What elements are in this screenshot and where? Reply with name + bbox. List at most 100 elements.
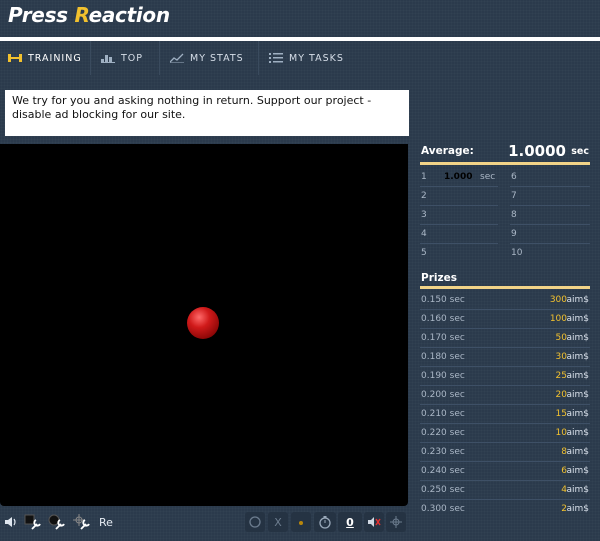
prize-row: 0.240 sec 6 aim$	[420, 462, 590, 481]
prize-currency: aim$	[566, 428, 589, 438]
prize-currency: aim$	[566, 409, 589, 419]
attempt-number: 8	[511, 210, 517, 220]
attempt-number: 6	[511, 172, 517, 182]
nav-label-training: TRAINING	[28, 52, 82, 64]
attempt-row: 3	[420, 206, 498, 225]
prize-amount: 25	[555, 371, 567, 381]
prize-amount: 300	[549, 295, 567, 305]
prize-time: 0.190 sec	[421, 371, 465, 381]
nav-item-training[interactable]: TRAINING	[0, 41, 91, 75]
dumbbell-icon	[8, 53, 22, 63]
average-unit: sec	[571, 146, 589, 157]
attempt-number: 3	[421, 210, 427, 220]
prize-row: 0.300 sec 2 aim$	[420, 500, 590, 518]
prize-amount: 100	[549, 314, 567, 324]
prize-time: 0.250 sec	[421, 485, 465, 495]
crosshair-wrench-icon[interactable]	[71, 512, 93, 532]
prize-amount: 20	[555, 390, 567, 400]
prize-currency: aim$	[566, 295, 589, 305]
attempt-number: 4	[421, 229, 427, 239]
prize-row: 0.150 sec 300 aim$	[420, 291, 590, 310]
attempt-row: 7	[510, 187, 590, 206]
x-button[interactable]: X	[268, 512, 288, 532]
adblock-notice: We try for you and asking nothing in ret…	[5, 90, 409, 136]
attempt-row: 1 1.000 sec	[420, 168, 498, 187]
attempt-row: 9	[510, 225, 590, 244]
prize-currency: aim$	[566, 504, 589, 514]
prize-row: 0.160 sec 100 aim$	[420, 310, 590, 329]
prize-row: 0.230 sec 8 aim$	[420, 443, 590, 462]
prize-time: 0.210 sec	[421, 409, 465, 419]
attempt-row: 10	[510, 244, 590, 262]
attempt-row: 8	[510, 206, 590, 225]
dot-icon[interactable]	[291, 512, 311, 532]
prize-time: 0.170 sec	[421, 333, 465, 343]
prize-row: 0.250 sec 4 aim$	[420, 481, 590, 500]
prize-amount: 50	[555, 333, 567, 343]
logo-text-eaction: eaction	[88, 3, 171, 27]
prize-row: 0.200 sec 20 aim$	[420, 386, 590, 405]
prize-currency: aim$	[566, 314, 589, 324]
prize-row: 0.220 sec 10 aim$	[420, 424, 590, 443]
restart-button[interactable]: Re	[96, 512, 116, 532]
timer-icon[interactable]	[314, 512, 336, 532]
prize-time: 0.160 sec	[421, 314, 465, 324]
prize-time: 0.200 sec	[421, 390, 465, 400]
nav-label-my-stats: MY STATS	[190, 52, 244, 64]
nav-item-my-tasks[interactable]: MY TASKS	[260, 41, 365, 75]
prize-currency: aim$	[566, 466, 589, 476]
chart-icon	[169, 53, 184, 64]
average-value: 1.0000	[508, 142, 566, 160]
average-label: Average:	[421, 145, 474, 157]
prize-amount: 30	[555, 352, 567, 362]
prize-row: 0.170 sec 50 aim$	[420, 329, 590, 348]
attempt-row: 4	[420, 225, 498, 244]
prizes-header: Prizes	[420, 272, 590, 289]
prize-row: 0.210 sec 15 aim$	[420, 405, 590, 424]
prize-currency: aim$	[566, 485, 589, 495]
prize-time: 0.150 sec	[421, 295, 465, 305]
fullscreen-icon[interactable]	[386, 512, 406, 532]
nav-label-my-tasks: MY TASKS	[289, 52, 344, 64]
attempt-row: 6	[510, 168, 590, 187]
game-canvas[interactable]	[0, 144, 408, 506]
prize-currency: aim$	[566, 333, 589, 343]
game-toolbar: Re X 0	[0, 510, 410, 534]
prize-currency: aim$	[566, 352, 589, 362]
prize-currency: aim$	[566, 371, 589, 381]
prize-time: 0.230 sec	[421, 447, 465, 457]
prize-time: 0.180 sec	[421, 352, 465, 362]
attempt-number: 9	[511, 229, 517, 239]
list-icon	[269, 53, 283, 63]
trophy-bars-icon	[101, 53, 115, 63]
prize-amount: 10	[555, 428, 567, 438]
mute-icon[interactable]	[364, 512, 384, 532]
attempt-value: 1.000	[444, 172, 473, 182]
nav-label-top: TOP	[121, 52, 144, 64]
prizes-title: Prizes	[421, 272, 457, 284]
attempt-unit: sec	[480, 172, 496, 182]
attempt-number: 5	[421, 248, 427, 258]
circle-target-icon[interactable]	[245, 512, 265, 532]
background-wrench-icon[interactable]	[22, 512, 44, 532]
average-header: Average: 1.0000 sec	[420, 140, 590, 165]
attempt-row: 5	[420, 244, 498, 262]
prize-row: 0.190 sec 25 aim$	[420, 367, 590, 386]
attempt-number: 7	[511, 191, 517, 201]
prize-time: 0.220 sec	[421, 428, 465, 438]
target-wrench-icon[interactable]	[46, 512, 68, 532]
adblock-notice-text: We try for you and asking nothing in ret…	[12, 94, 372, 121]
prize-currency: aim$	[566, 447, 589, 457]
app-logo[interactable]: Press Reaction	[8, 3, 170, 27]
prize-amount: 15	[555, 409, 567, 419]
target-ball[interactable]	[187, 307, 219, 339]
attempt-number: 10	[511, 248, 523, 258]
main-nav: TRAINING TOP MY STATS MY TASKS	[0, 41, 600, 75]
logo-text-r: R	[74, 3, 89, 27]
logo-text-press: Press	[8, 3, 75, 27]
nav-item-top[interactable]: TOP	[92, 41, 160, 75]
attempt-number: 2	[421, 191, 427, 201]
nav-item-my-stats[interactable]: MY STATS	[161, 41, 259, 75]
sound-settings-icon[interactable]	[2, 512, 20, 532]
attempt-number: 1	[421, 172, 427, 182]
